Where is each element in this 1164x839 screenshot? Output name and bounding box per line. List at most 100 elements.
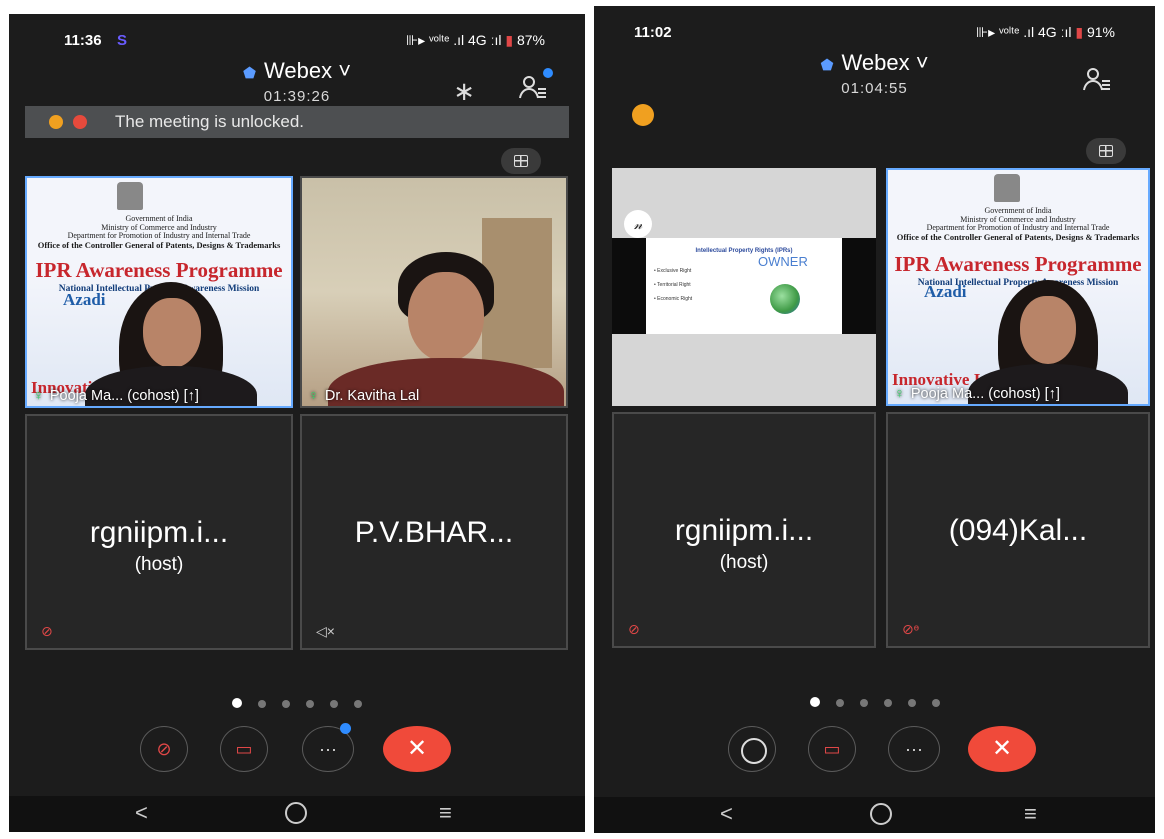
slide-heading: IPR Awareness Programme — [894, 252, 1142, 276]
layout-toggle-button[interactable] — [501, 148, 541, 174]
shield-icon: ⬟ — [242, 65, 256, 82]
participant-name: rgniipm.i... — [674, 514, 814, 547]
mic-muted-icon: ⊘ — [628, 621, 640, 637]
meeting-timer: 01:04:55 — [841, 80, 908, 97]
close-icon: ✕ — [406, 735, 428, 762]
page-dot[interactable] — [883, 699, 892, 707]
chevron-down-icon: ˅ — [332, 58, 352, 83]
left-phone-screen: 11:36 S ⊪▸ ᵛᵒˡᵗᵉ .ıl 4G ːıl ▮ 87% ⬟ Webex… — [9, 14, 585, 832]
battery-icon: ▮ — [505, 32, 514, 48]
participant-label: ♀ Pooja Ma... (cohost) [↑] — [894, 386, 1060, 402]
emblem-icon — [994, 174, 1020, 202]
page-dot[interactable] — [354, 700, 362, 708]
slide-logo-text: Azadi — [63, 290, 106, 309]
app-title: Webex — [841, 50, 910, 75]
globe-icon — [770, 284, 800, 314]
page-dot[interactable] — [306, 700, 314, 708]
share-icon: [↑] — [183, 388, 199, 404]
close-icon: ✕ — [991, 735, 1013, 762]
meeting-header: ⬟ Webex ˅ 01:39:26 ∗ — [9, 48, 585, 106]
video-tile-presenter[interactable]: Government of India Ministry of Commerce… — [25, 176, 293, 408]
status-time: 11:02 — [634, 24, 672, 41]
page-dot[interactable] — [859, 699, 868, 707]
participants-icon — [1083, 68, 1110, 91]
app-notification-icon: S — [117, 32, 128, 49]
notification-dot — [543, 68, 553, 78]
video-tile-participant[interactable]: ♀ Dr. Kavitha Lal — [300, 176, 568, 408]
recent-apps-button[interactable]: ≡ — [439, 800, 452, 826]
annotate-icon[interactable]: 𝓃 — [624, 210, 652, 238]
slide-line: Department for Promotion of Industry and… — [67, 231, 251, 240]
page-dot-active[interactable] — [232, 698, 242, 708]
page-dot[interactable] — [931, 699, 940, 707]
recent-apps-button[interactable]: ≡ — [1024, 801, 1037, 827]
page-dot[interactable] — [330, 700, 338, 708]
participant-role: (host) — [719, 552, 769, 573]
shared-slide-title: Intellectual Property Rights (IPRs) — [695, 248, 793, 254]
more-icon: ··· — [905, 739, 923, 759]
slide-line: Office of the Controller General of Pate… — [37, 240, 281, 250]
back-nav-button[interactable]: < — [135, 800, 148, 826]
participant-name: Dr. Kavitha Lal — [324, 388, 420, 404]
page-indicator[interactable] — [594, 694, 1155, 712]
video-toggle-button[interactable]: ▭ — [220, 726, 268, 772]
meeting-info-button[interactable]: ⬟ Webex ˅ — [9, 58, 585, 84]
video-tile-participant[interactable]: (094)Kal... ⊘ᶱ — [886, 412, 1150, 648]
alert-icon — [73, 115, 87, 129]
meeting-timer: 01:39:26 — [263, 88, 331, 105]
page-dot[interactable] — [835, 699, 844, 707]
video-tile-participant[interactable]: P.V.BHAR... ◁× — [300, 414, 568, 650]
camera-off-icon: ▭ — [823, 739, 841, 759]
more-icon: ··· — [319, 739, 337, 759]
slide-line: Office of the Controller General of Pate… — [896, 232, 1140, 242]
video-tile-host[interactable]: rgniipm.i... (host) ⊘ — [612, 412, 876, 648]
meeting-header: ⬟ Webex ˅ 01:04:55 — [594, 40, 1155, 98]
video-toggle-button[interactable]: ▭ — [808, 726, 856, 772]
slide-line: Government of India — [125, 214, 193, 223]
mute-button[interactable]: ⊘ — [140, 726, 188, 772]
mic-on-icon: ♀ — [308, 388, 319, 404]
shared-slide-item: • Economic Right — [654, 296, 693, 302]
share-icon: [↑] — [1044, 386, 1060, 402]
meeting-info-button[interactable]: ⬟ Webex ˅ — [594, 50, 1155, 76]
page-indicator[interactable] — [9, 695, 585, 713]
shared-content-tile[interactable]: Intellectual Property Rights (IPRs) • Ex… — [612, 168, 876, 406]
home-nav-button[interactable] — [870, 803, 892, 825]
mic-muted-icon: ⊘ — [41, 623, 53, 639]
participants-button[interactable] — [519, 68, 553, 100]
bluetooth-audio-icon[interactable]: ∗ — [453, 76, 475, 107]
speaker-muted-icon: ◁× — [316, 623, 335, 639]
system-nav-bar: < ≡ — [9, 796, 585, 832]
audio-connect-button[interactable] — [728, 726, 776, 772]
status-indicators: ⊪▸ ᵛᵒˡᵗᵉ .ıl 4G ːıl ▮ 91% — [976, 24, 1115, 41]
page-dot[interactable] — [258, 700, 266, 708]
more-options-button[interactable]: ··· — [888, 726, 940, 772]
chevron-down-icon: ˅ — [909, 50, 929, 75]
signal-icons: ⊪▸ ᵛᵒˡᵗᵉ .ıl 4G ːıl — [405, 32, 502, 48]
leave-meeting-button[interactable]: ✕ — [968, 726, 1036, 772]
shared-slide-item: • Territorial Right — [654, 282, 691, 288]
back-nav-button[interactable]: < — [720, 801, 733, 827]
meeting-lock-banner: The meeting is unlocked. — [25, 106, 569, 138]
emblem-icon — [117, 182, 143, 210]
page-dot[interactable] — [907, 699, 916, 707]
camera-off-icon: ▭ — [235, 739, 253, 759]
mic-muted-icon: ⊘ — [156, 739, 172, 759]
status-bar: 11:36 S ⊪▸ ᵛᵒˡᵗᵉ .ıl 4G ːıl ▮ 87% — [9, 14, 585, 49]
mic-on-icon: ♀ — [33, 388, 44, 404]
more-options-button[interactable]: ··· — [302, 723, 354, 772]
battery-level: 87% — [516, 32, 545, 48]
video-tile-host[interactable]: rgniipm.i... (host) ⊘ — [25, 414, 293, 650]
participants-button[interactable] — [1083, 66, 1111, 92]
page-dot[interactable] — [282, 700, 290, 708]
home-nav-button[interactable] — [285, 802, 307, 824]
page-dot-active[interactable] — [809, 697, 820, 707]
layout-toggle-button[interactable] — [1086, 138, 1126, 164]
battery-level: 91% — [1086, 24, 1115, 40]
meeting-controls: ⊘ ▭ ··· ✕ — [9, 723, 585, 774]
battery-icon: ▮ — [1075, 24, 1084, 40]
video-tile-presenter[interactable]: Government of India Ministry of Commerce… — [886, 168, 1150, 406]
participant-name: (094)Kal... — [948, 514, 1088, 547]
leave-meeting-button[interactable]: ✕ — [383, 726, 451, 772]
shield-icon: ⬟ — [820, 57, 834, 74]
